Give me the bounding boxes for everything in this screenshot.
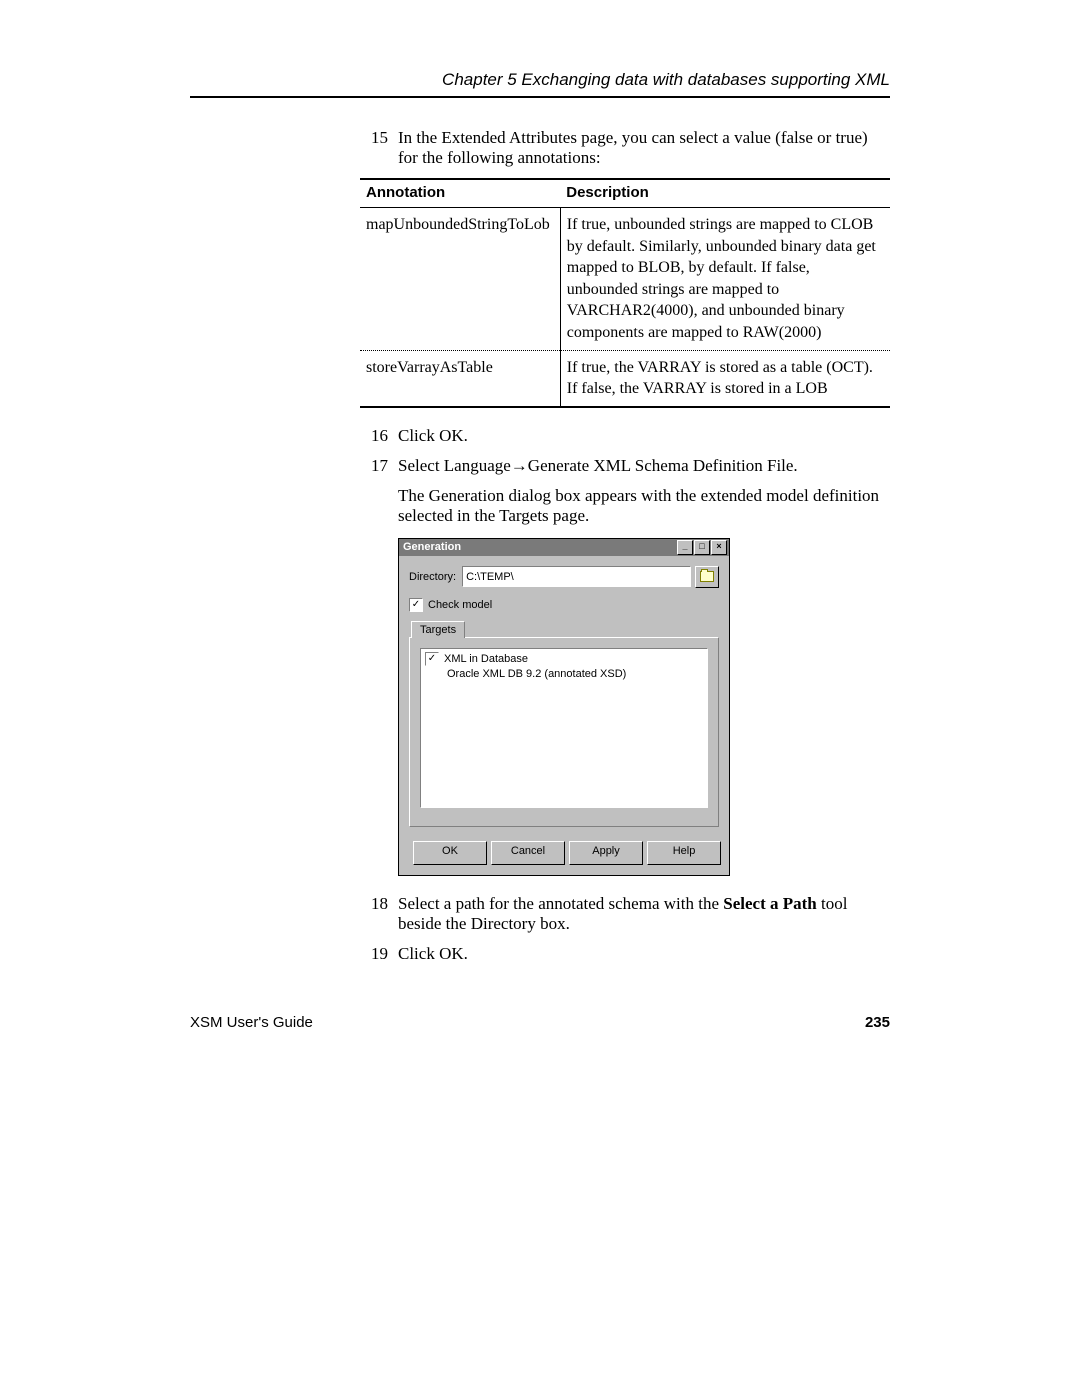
targets-panel: ✓ XML in Database Oracle XML DB 9.2 (ann… [409, 637, 719, 827]
dialog-titlebar[interactable]: Generation _ □ × [399, 539, 729, 556]
step-text: Click OK. [398, 944, 890, 964]
th-description: Description [560, 179, 890, 208]
dialog-button-row: OK Cancel Apply Help [399, 833, 729, 875]
step-number: 15 [360, 128, 388, 168]
cell-annotation: mapUnboundedStringToLob [360, 208, 560, 351]
step-number: 19 [360, 944, 388, 964]
th-annotation: Annotation [360, 179, 560, 208]
step-text: Select Language→Generate XML Schema Defi… [398, 456, 890, 476]
help-button[interactable]: Help [647, 841, 721, 865]
annotation-table: Annotation Description mapUnboundedStrin… [360, 178, 890, 408]
step-text: In the Extended Attributes page, you can… [398, 128, 890, 168]
step-17: 17 Select Language→Generate XML Schema D… [360, 456, 890, 476]
step-number: 16 [360, 426, 388, 446]
step-number: 17 [360, 456, 388, 476]
header-rule [190, 96, 890, 98]
targets-listbox[interactable]: ✓ XML in Database Oracle XML DB 9.2 (ann… [420, 648, 708, 808]
apply-button[interactable]: Apply [569, 841, 643, 865]
page-footer: XSM User's Guide 235 [190, 1014, 890, 1031]
tree-root-label: XML in Database [444, 653, 528, 665]
close-icon[interactable]: × [711, 540, 727, 555]
table-row: mapUnboundedStringToLob If true, unbound… [360, 208, 890, 351]
select-path-button[interactable] [695, 566, 719, 588]
xml-in-database-checkbox[interactable]: ✓ [425, 652, 439, 666]
step-text: Select a path for the annotated schema w… [398, 894, 890, 934]
step-15: 15 In the Extended Attributes page, you … [360, 128, 890, 168]
cancel-button[interactable]: Cancel [491, 841, 565, 865]
check-model-checkbox[interactable]: ✓ [409, 598, 423, 612]
page-header: Chapter 5 Exchanging data with databases… [190, 70, 890, 90]
tree-child-item[interactable]: Oracle XML DB 9.2 (annotated XSD) [447, 667, 703, 681]
tree-root-item[interactable]: ✓ XML in Database [425, 651, 703, 667]
ok-button[interactable]: OK [413, 841, 487, 865]
step-text: Click OK. [398, 426, 890, 446]
step-18: 18 Select a path for the annotated schem… [360, 894, 890, 934]
step-19: 19 Click OK. [360, 944, 890, 964]
cell-description: If true, unbounded strings are mapped to… [560, 208, 890, 351]
footer-left: XSM User's Guide [190, 1014, 313, 1031]
minimize-icon[interactable]: _ [677, 540, 693, 555]
check-model-label: Check model [428, 599, 492, 611]
cell-annotation: storeVarrayAsTable [360, 350, 560, 407]
page-number: 235 [865, 1014, 890, 1031]
directory-label: Directory: [409, 571, 456, 583]
step-number: 18 [360, 894, 388, 934]
table-row: storeVarrayAsTable If true, the VARRAY i… [360, 350, 890, 407]
tab-targets[interactable]: Targets [411, 621, 465, 638]
step-16: 16 Click OK. [360, 426, 890, 446]
table-header-row: Annotation Description [360, 179, 890, 208]
directory-input[interactable] [462, 566, 691, 587]
dialog-title: Generation [403, 541, 461, 553]
generation-dialog: Generation _ □ × Directory: ✓ Check [398, 538, 730, 876]
folder-icon [700, 571, 714, 582]
step-17-sub: The Generation dialog box appears with t… [398, 486, 890, 526]
maximize-icon[interactable]: □ [694, 540, 710, 555]
cell-description: If true, the VARRAY is stored as a table… [560, 350, 890, 407]
